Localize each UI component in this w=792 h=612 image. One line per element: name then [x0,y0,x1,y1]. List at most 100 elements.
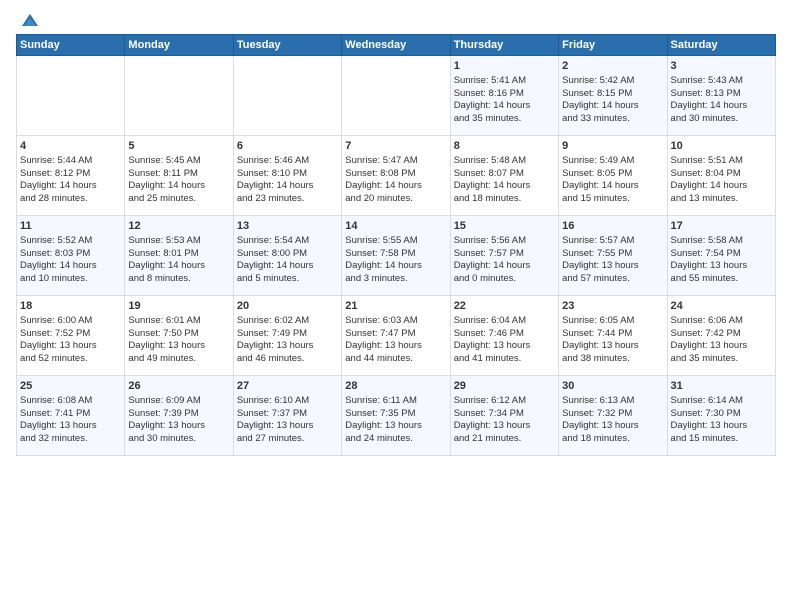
day-info: Daylight: 13 hours [345,340,446,353]
day-number: 5 [128,139,229,154]
day-info: Sunrise: 5:49 AM [562,155,663,168]
day-info: Daylight: 14 hours [454,100,555,113]
day-info: Daylight: 14 hours [454,180,555,193]
day-info: Sunrise: 5:45 AM [128,155,229,168]
calendar-cell: 16Sunrise: 5:57 AMSunset: 7:55 PMDayligh… [559,216,667,296]
column-header-tuesday: Tuesday [233,35,341,56]
calendar-cell: 25Sunrise: 6:08 AMSunset: 7:41 PMDayligh… [17,376,125,456]
day-info: and 52 minutes. [20,353,121,366]
day-number: 20 [237,299,338,314]
calendar-cell [233,56,341,136]
day-info: Sunset: 8:07 PM [454,168,555,181]
day-info: and 24 minutes. [345,433,446,446]
calendar-cell: 27Sunrise: 6:10 AMSunset: 7:37 PMDayligh… [233,376,341,456]
day-number: 18 [20,299,121,314]
day-number: 24 [671,299,772,314]
calendar-week-row: 25Sunrise: 6:08 AMSunset: 7:41 PM Dayligh… [17,376,776,456]
calendar-cell: 18Sunrise: 6:00 AMSunset: 7:52 PMDayligh… [17,296,125,376]
day-number: 31 [671,379,772,394]
day-info: and 13 minutes. [671,193,772,206]
day-info: Daylight: 13 hours [562,260,663,273]
day-info: Sunset: 8:11 PM [128,168,229,181]
day-info: Sunrise: 5:41 AM [454,75,555,88]
day-info: Sunrise: 6:04 AM [454,315,555,328]
day-info: and 44 minutes. [345,353,446,366]
day-info: Sunset: 8:05 PM [562,168,663,181]
day-info: and 27 minutes. [237,433,338,446]
day-number: 29 [454,379,555,394]
day-info: and 41 minutes. [454,353,555,366]
day-number: 1 [454,59,555,74]
day-info: and 55 minutes. [671,273,772,286]
calendar-cell: 23Sunrise: 6:05 AMSunset: 7:44 PMDayligh… [559,296,667,376]
day-info: Sunrise: 5:44 AM [20,155,121,168]
calendar-cell: 3Sunrise: 5:43 AMSunset: 8:13 PMDaylight… [667,56,775,136]
day-info: Sunset: 8:03 PM [20,248,121,261]
day-info: and 21 minutes. [454,433,555,446]
day-info: Daylight: 13 hours [20,340,121,353]
day-info: Daylight: 13 hours [454,420,555,433]
day-info: Sunset: 7:49 PM [237,328,338,341]
day-info: and 30 minutes. [128,433,229,446]
day-info: Sunrise: 5:43 AM [671,75,772,88]
calendar-cell [125,56,233,136]
column-header-thursday: Thursday [450,35,558,56]
day-info: Sunrise: 6:02 AM [237,315,338,328]
calendar-cell: 26Sunrise: 6:09 AMSunset: 7:39 PMDayligh… [125,376,233,456]
day-number: 9 [562,139,663,154]
day-info: Sunrise: 5:52 AM [20,235,121,248]
day-info: Sunset: 8:00 PM [237,248,338,261]
day-info: and 5 minutes. [237,273,338,286]
day-info: and 35 minutes. [671,353,772,366]
calendar-cell: 12Sunrise: 5:53 AMSunset: 8:01 PMDayligh… [125,216,233,296]
day-number: 25 [20,379,121,394]
day-info: Daylight: 13 hours [562,420,663,433]
day-info: Sunrise: 5:42 AM [562,75,663,88]
day-number: 27 [237,379,338,394]
day-number: 11 [20,219,121,234]
day-info: Sunset: 8:13 PM [671,88,772,101]
day-info: Sunset: 7:54 PM [671,248,772,261]
day-info: Sunrise: 6:13 AM [562,395,663,408]
day-info: Sunrise: 5:56 AM [454,235,555,248]
day-info: and 46 minutes. [237,353,338,366]
day-info: Daylight: 13 hours [237,340,338,353]
day-info: Sunrise: 6:12 AM [454,395,555,408]
header [16,12,776,28]
day-info: Sunset: 7:41 PM [20,408,121,421]
day-info: Daylight: 13 hours [128,340,229,353]
day-info: Daylight: 14 hours [671,100,772,113]
column-header-friday: Friday [559,35,667,56]
calendar-cell: 9Sunrise: 5:49 AMSunset: 8:05 PMDaylight… [559,136,667,216]
day-info: and 10 minutes. [20,273,121,286]
column-header-wednesday: Wednesday [342,35,450,56]
day-info: Sunrise: 6:10 AM [237,395,338,408]
calendar-cell: 8Sunrise: 5:48 AMSunset: 8:07 PMDaylight… [450,136,558,216]
day-info: Sunset: 8:04 PM [671,168,772,181]
calendar-week-row: 1Sunrise: 5:41 AMSunset: 8:16 PMDaylight… [17,56,776,136]
day-info: and 8 minutes. [128,273,229,286]
day-number: 26 [128,379,229,394]
day-info: Sunrise: 5:58 AM [671,235,772,248]
day-number: 13 [237,219,338,234]
day-info: and 49 minutes. [128,353,229,366]
calendar-cell: 7Sunrise: 5:47 AMSunset: 8:08 PMDaylight… [342,136,450,216]
day-info: Sunset: 7:42 PM [671,328,772,341]
day-info: Daylight: 14 hours [20,260,121,273]
day-info: Sunset: 8:15 PM [562,88,663,101]
day-number: 6 [237,139,338,154]
calendar-cell [17,56,125,136]
day-info: Sunset: 7:55 PM [562,248,663,261]
logo [16,12,40,28]
day-info: Sunset: 7:47 PM [345,328,446,341]
day-info: Sunset: 7:30 PM [671,408,772,421]
day-info: Sunrise: 6:08 AM [20,395,121,408]
calendar-cell: 17Sunrise: 5:58 AMSunset: 7:54 PMDayligh… [667,216,775,296]
calendar-cell: 21Sunrise: 6:03 AMSunset: 7:47 PMDayligh… [342,296,450,376]
logo-icon [20,12,40,32]
day-info: Sunset: 7:57 PM [454,248,555,261]
day-info: Daylight: 13 hours [562,340,663,353]
day-info: Daylight: 13 hours [237,420,338,433]
day-number: 2 [562,59,663,74]
day-info: and 18 minutes. [562,433,663,446]
